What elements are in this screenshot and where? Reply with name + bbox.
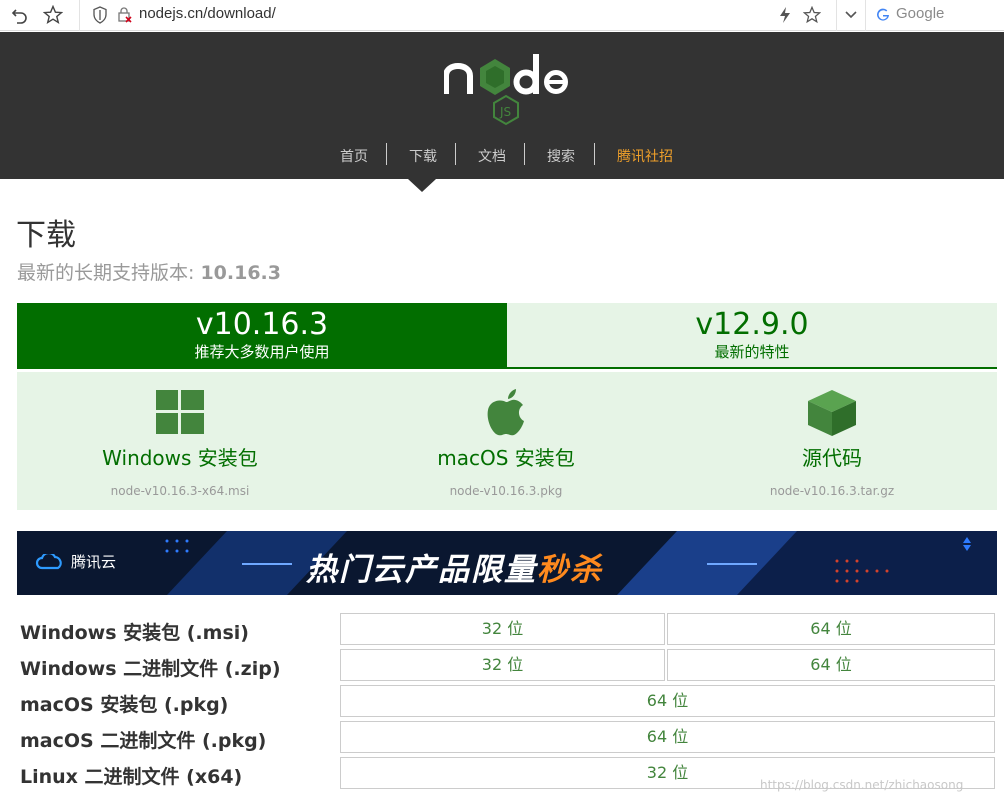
page-title: 下载 [16, 218, 76, 253]
download-cell[interactable]: 64 位 [667, 649, 995, 681]
version-tabs: v10.16.3 推荐大多数用户使用 v12.9.0 最新的特性 [17, 303, 997, 369]
active-nav-caret [408, 179, 436, 192]
row-label: macOS 安装包 (.pkg) [20, 694, 229, 716]
url-bar[interactable]: nodejs.cn/download/ [139, 5, 276, 22]
shield-icon[interactable] [89, 4, 111, 26]
tab-lts[interactable]: v10.16.3 推荐大多数用户使用 [17, 303, 507, 369]
star-icon[interactable] [801, 4, 823, 26]
banner-slogan-highlight: 秒杀 [537, 552, 603, 588]
download-cell[interactable]: 32 位 [340, 649, 665, 681]
row-label: macOS 二进制文件 (.pkg) [20, 730, 267, 752]
lts-prefix: 最新的长期支持版本: [17, 262, 201, 284]
download-macos[interactable]: macOS 安装包 node-v10.16.3.pkg [343, 372, 669, 510]
nav-item-home[interactable]: 首页 [340, 146, 368, 166]
nav-item-search[interactable]: 搜索 [547, 146, 575, 166]
bookmark-star-icon[interactable] [42, 4, 64, 26]
watermark: https://blog.csdn.net/zhichaosong [760, 778, 964, 792]
main-nav: 首页 下载 文档 搜索 腾讯社招 [0, 142, 1004, 168]
search-box[interactable]: Google [896, 5, 944, 22]
nav-item-download[interactable]: 下载 [409, 146, 437, 166]
download-cell[interactable]: 32 位 [340, 613, 665, 645]
download-source-label: 源代码 [802, 446, 862, 470]
download-macos-label: macOS 安装包 [437, 446, 575, 470]
svg-text:JS: JS [499, 105, 511, 119]
download-windows-file: node-v10.16.3-x64.msi [110, 484, 250, 498]
download-source[interactable]: 源代码 node-v10.16.3.tar.gz [669, 372, 995, 510]
lts-info: 最新的长期支持版本: 10.16.3 [17, 258, 281, 285]
tab-lts-version: v10.16.3 [195, 307, 329, 342]
banner-brand-text: 腾讯云 [71, 553, 117, 571]
cube-icon [808, 390, 856, 436]
banner-slogan: 热门云产品限量秒杀 [306, 544, 603, 589]
table-row: Windows 二进制文件 (.zip) 32 位 64 位 [17, 648, 997, 684]
google-icon [872, 4, 894, 26]
download-source-file: node-v10.16.3.tar.gz [769, 484, 895, 498]
nav-item-tencent-jobs[interactable]: 腾讯社招 [617, 146, 673, 166]
insecure-icon[interactable] [114, 4, 136, 26]
tab-current-desc: 最新的特性 [714, 343, 790, 361]
download-cell[interactable]: 64 位 [340, 685, 995, 717]
tab-lts-desc: 推荐大多数用户使用 [194, 343, 330, 361]
nav-item-docs[interactable]: 文档 [478, 146, 506, 166]
download-cell[interactable]: 64 位 [667, 613, 995, 645]
table-row: macOS 二进制文件 (.pkg) 64 位 [17, 720, 997, 756]
download-windows[interactable]: Windows 安装包 node-v10.16.3-x64.msi [17, 372, 343, 510]
row-label: Windows 安装包 (.msi) [20, 622, 249, 644]
table-row: macOS 安装包 (.pkg) 64 位 [17, 684, 997, 720]
banner-slogan-main: 热门云产品限量 [306, 552, 537, 588]
nodejs-logo[interactable]: JS [444, 50, 570, 130]
download-windows-label: Windows 安装包 [102, 446, 258, 470]
download-panel: Windows 安装包 node-v10.16.3-x64.msi macOS … [17, 372, 997, 510]
back-icon[interactable] [9, 4, 31, 26]
lightning-icon[interactable] [774, 4, 796, 26]
download-macos-file: node-v10.16.3.pkg [449, 484, 563, 498]
browser-toolbar: nodejs.cn/download/ Google [0, 0, 1004, 31]
table-row: Windows 安装包 (.msi) 32 位 64 位 [17, 612, 997, 648]
windows-icon [156, 390, 204, 434]
row-label: Linux 二进制文件 (x64) [20, 766, 243, 788]
apple-icon [487, 389, 524, 436]
row-label: Windows 二进制文件 (.zip) [20, 658, 281, 680]
tab-underline [17, 367, 997, 369]
lts-version: 10.16.3 [200, 262, 281, 284]
download-cell[interactable]: 64 位 [340, 721, 995, 753]
tab-current[interactable]: v12.9.0 最新的特性 [507, 303, 997, 369]
promo-banner[interactable]: 腾讯云 热门云产品限量秒杀 [17, 531, 997, 595]
banner-brand: 腾讯云 [35, 551, 116, 572]
cloud-icon [35, 553, 62, 569]
chevron-down-icon[interactable] [840, 4, 862, 26]
tab-current-version: v12.9.0 [695, 307, 809, 342]
site-header: JS 首页 下载 文档 搜索 腾讯社招 [0, 32, 1004, 179]
